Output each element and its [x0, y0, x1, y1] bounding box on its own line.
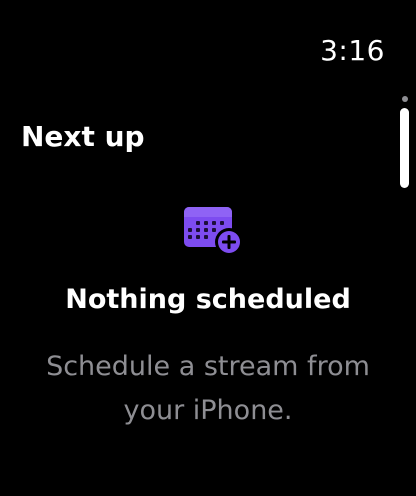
- calendar-add-icon: [183, 204, 245, 256]
- status-time: 3:16: [320, 34, 385, 67]
- page-title: Next up: [21, 120, 145, 153]
- scroll-indicator-dot: [402, 96, 408, 102]
- scroll-indicator-thumb[interactable]: [400, 108, 409, 188]
- empty-state-subtitle: Schedule a stream from your iPhone.: [46, 351, 370, 426]
- scroll-indicator[interactable]: [400, 96, 409, 188]
- empty-state-title: Nothing scheduled: [65, 284, 351, 315]
